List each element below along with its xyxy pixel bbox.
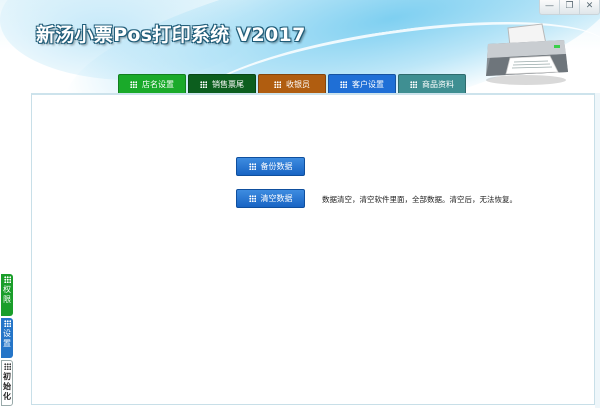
backup-data-button[interactable]: 备份数据 bbox=[236, 157, 305, 176]
minimize-button[interactable]: — bbox=[539, 0, 560, 15]
printer-icon bbox=[486, 23, 568, 85]
backup-data-label: 备份数据 bbox=[260, 162, 293, 171]
grid-icon bbox=[3, 276, 11, 283]
clear-data-warning: 数据清空，清空软件里面，全部数据。清空后，无法恢复。 bbox=[322, 195, 517, 204]
grid-icon bbox=[410, 80, 417, 88]
app-title: 新汤小票Pos打印系统 V2017 bbox=[36, 24, 306, 46]
side-tab-label: 权 限 bbox=[3, 285, 11, 304]
side-tab-initialize[interactable]: 初 始 化 bbox=[1, 360, 13, 406]
close-button[interactable]: ✕ bbox=[579, 0, 600, 15]
side-tab-label: 设 置 bbox=[3, 329, 11, 348]
clear-data-label: 清空数据 bbox=[260, 194, 293, 203]
grid-icon bbox=[340, 80, 347, 88]
tab-receipt-footer[interactable]: 销售票尾 bbox=[188, 74, 256, 93]
content-panel: 备份数据 清空数据 数据清空，清空软件里面，全部数据。清空后，无法恢复。 bbox=[31, 93, 595, 405]
main-nav-tabs: 店名设置 销售票尾 收银员 客户设置 商品资料 bbox=[118, 74, 468, 93]
clear-data-button[interactable]: 清空数据 bbox=[236, 189, 305, 208]
side-tab-label: 初 始 化 bbox=[3, 372, 11, 401]
grid-icon bbox=[3, 363, 11, 370]
grid-icon bbox=[248, 163, 256, 170]
tab-label: 销售票尾 bbox=[212, 79, 244, 89]
tab-store-settings[interactable]: 店名设置 bbox=[118, 74, 186, 93]
tab-label: 收银员 bbox=[286, 79, 310, 89]
grid-icon bbox=[248, 195, 256, 202]
tab-label: 客户设置 bbox=[352, 79, 384, 89]
header-banner: 新汤小票Pos打印系统 V2017 — ❐ ✕ 店名设置 销售票尾 收银员 客户… bbox=[0, 0, 600, 177]
side-tab-permissions[interactable]: 权 限 bbox=[1, 274, 13, 316]
tab-label: 商品资料 bbox=[422, 79, 454, 89]
restore-button[interactable]: ❐ bbox=[559, 0, 580, 15]
app-window: 新汤小票Pos打印系统 V2017 — ❐ ✕ 店名设置 销售票尾 收银员 客户… bbox=[0, 0, 600, 408]
grid-icon bbox=[200, 80, 207, 88]
tab-product-data[interactable]: 商品资料 bbox=[398, 74, 466, 93]
side-tab-settings[interactable]: 设 置 bbox=[1, 318, 13, 358]
grid-icon bbox=[130, 80, 137, 88]
tab-cashier[interactable]: 收银员 bbox=[258, 74, 326, 93]
grid-icon bbox=[3, 320, 11, 327]
grid-icon bbox=[274, 80, 281, 88]
tab-label: 店名设置 bbox=[142, 79, 174, 89]
right-edge bbox=[595, 93, 600, 408]
tab-customer-settings[interactable]: 客户设置 bbox=[328, 74, 396, 93]
